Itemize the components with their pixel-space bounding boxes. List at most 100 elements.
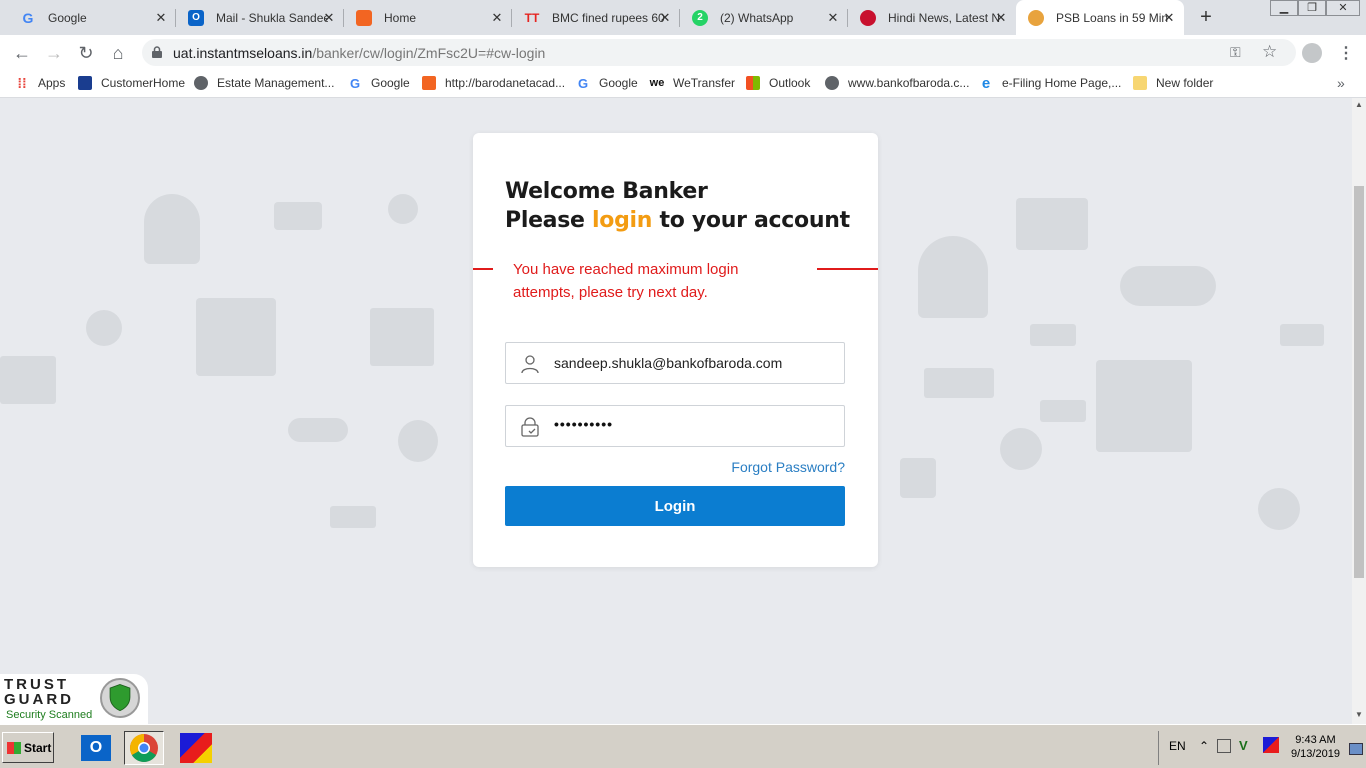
tab-psb-loans[interactable]: PSB Loans in 59 Minutes ✕ bbox=[1016, 0, 1184, 35]
taskbar-app-3[interactable] bbox=[176, 731, 216, 765]
prompt-highlight: login bbox=[592, 208, 653, 233]
bank-illustration-icon bbox=[370, 308, 434, 366]
taskbar-outlook[interactable]: O bbox=[76, 731, 116, 765]
microsoft-icon bbox=[746, 76, 760, 90]
close-icon[interactable]: ✕ bbox=[322, 10, 336, 26]
bookmark-wetransfer[interactable]: we WeTransfer bbox=[650, 76, 735, 90]
bookmark-outlook[interactable]: Outlook bbox=[746, 76, 810, 90]
network-icon[interactable] bbox=[1217, 739, 1231, 753]
email-value: sandeep.shukla@bankofbaroda.com bbox=[554, 355, 783, 371]
coin-illustration-icon bbox=[1000, 428, 1042, 470]
tab-bmc-news[interactable]: TT BMC fined rupees 60 ✕ bbox=[512, 0, 680, 35]
scrollbar-thumb[interactable] bbox=[1354, 186, 1364, 578]
home-icon[interactable]: ⌂ bbox=[108, 43, 128, 63]
wetransfer-icon: we bbox=[649, 77, 665, 89]
bookmark-label: Outlook bbox=[769, 76, 811, 90]
antivirus-icon[interactable]: V bbox=[1239, 738, 1248, 753]
language-indicator[interactable]: EN bbox=[1169, 739, 1186, 753]
start-button[interactable]: Start bbox=[2, 732, 54, 763]
page-scrollbar[interactable]: ▲ ▼ bbox=[1352, 98, 1366, 724]
taskbar-chrome[interactable] bbox=[124, 731, 164, 765]
password-value: •••••••••• bbox=[554, 416, 614, 432]
forward-icon[interactable]: → bbox=[44, 43, 64, 63]
login-button[interactable]: Login bbox=[505, 486, 845, 526]
customerhome-icon bbox=[78, 76, 92, 90]
tab-hindi-news[interactable]: Hindi News, Latest News ✕ bbox=[848, 0, 1016, 35]
close-icon[interactable]: ✕ bbox=[658, 10, 672, 26]
close-icon[interactable]: ✕ bbox=[826, 10, 840, 26]
browser-toolbar: ← → ↻ ⌂ uat.instantmseloans.in/banker/cw… bbox=[0, 35, 1366, 70]
tab-title: Mail - Shukla Sandeep bbox=[216, 10, 328, 25]
lock-icon bbox=[152, 46, 162, 58]
app-tray-icon[interactable] bbox=[1263, 737, 1279, 753]
chrome-menu-icon[interactable]: ⋮ bbox=[1338, 43, 1354, 63]
google-icon: G bbox=[22, 9, 34, 26]
bookmark-apps[interactable]: ⁞⁞ Apps bbox=[15, 75, 66, 91]
outlook-icon: O bbox=[188, 9, 204, 26]
email-field[interactable]: sandeep.shukla@bankofbaroda.com bbox=[505, 342, 845, 384]
tray-expand-icon[interactable]: ⌃ bbox=[1199, 739, 1209, 753]
url-text: uat.instantmseloans.in/banker/cw/login/Z… bbox=[173, 45, 545, 61]
bookmark-star-icon[interactable]: ☆ bbox=[1262, 42, 1277, 62]
cash-illustration-icon bbox=[1030, 324, 1076, 346]
bookmark-efiling[interactable]: e e-Filing Home Page,... bbox=[979, 75, 1122, 92]
trust-guard-subtitle: Security Scanned bbox=[6, 709, 93, 721]
clock[interactable]: 9:43 AM 9/13/2019 bbox=[1291, 733, 1340, 761]
profile-avatar[interactable] bbox=[1302, 43, 1322, 63]
minimize-button[interactable]: ▁ bbox=[1270, 0, 1298, 16]
close-icon[interactable]: ✕ bbox=[490, 10, 504, 26]
trust-guard-badge[interactable]: TRUST GUARD Security Scanned bbox=[0, 674, 148, 724]
bookmark-bankofbaroda[interactable]: www.bankofbaroda.c... bbox=[825, 76, 969, 90]
bookmark-customerhome[interactable]: CustomerHome bbox=[78, 76, 185, 90]
back-icon[interactable]: ← bbox=[12, 43, 32, 63]
key-icon[interactable]: ⚿ bbox=[1230, 44, 1241, 61]
scroll-up-icon[interactable]: ▲ bbox=[1355, 100, 1363, 109]
tab-title: (2) WhatsApp bbox=[720, 10, 794, 25]
cash-illustration-icon bbox=[1040, 400, 1086, 422]
tab-mail[interactable]: O Mail - Shukla Sandeep ✕ bbox=[176, 0, 344, 35]
page-background: Welcome Banker Please login to your acco… bbox=[0, 98, 1352, 724]
bookmark-estate[interactable]: Estate Management... bbox=[194, 76, 334, 90]
bookmark-new-folder[interactable]: New folder bbox=[1133, 76, 1213, 90]
close-window-button[interactable]: ✕ bbox=[1326, 0, 1360, 16]
bookmark-google-1[interactable]: G Google bbox=[348, 76, 410, 91]
bookmark-label: CustomerHome bbox=[101, 76, 186, 90]
close-icon[interactable]: ✕ bbox=[1162, 10, 1176, 26]
tab-home[interactable]: Home ✕ bbox=[344, 0, 512, 35]
address-bar[interactable]: uat.instantmseloans.in/banker/cw/login/Z… bbox=[142, 39, 1296, 66]
car-illustration-icon bbox=[1120, 266, 1216, 306]
welcome-heading: Welcome Banker Please login to your acco… bbox=[505, 177, 850, 235]
tab-whatsapp[interactable]: 2 (2) WhatsApp ✕ bbox=[680, 0, 848, 35]
moneybag-illustration-icon bbox=[1258, 488, 1300, 530]
bob-icon bbox=[422, 76, 436, 90]
new-tab-button[interactable]: + bbox=[1196, 6, 1216, 29]
windows-flag-icon bbox=[7, 741, 21, 754]
bag-illustration-icon bbox=[900, 458, 936, 498]
monitor-illustration-icon bbox=[1016, 198, 1088, 250]
tab-title: Google bbox=[48, 10, 87, 25]
login-card: Welcome Banker Please login to your acco… bbox=[473, 133, 878, 567]
close-icon[interactable]: ✕ bbox=[154, 10, 168, 26]
bookmark-label: Apps bbox=[38, 76, 66, 90]
scroll-down-icon[interactable]: ▼ bbox=[1355, 710, 1363, 719]
shield-icon bbox=[100, 678, 140, 718]
bookmark-google-2[interactable]: G Google bbox=[576, 76, 638, 91]
close-icon[interactable]: ✕ bbox=[994, 10, 1008, 26]
card-illustration-icon bbox=[274, 202, 322, 230]
folder-icon bbox=[1133, 76, 1147, 90]
coin-illustration-icon bbox=[388, 194, 418, 224]
chrome-icon bbox=[130, 734, 158, 762]
trust-guard-title: TRUST GUARD bbox=[4, 677, 74, 707]
tab-google[interactable]: G Google ✕ bbox=[8, 0, 176, 35]
coin-illustration-icon bbox=[86, 310, 122, 346]
show-desktop-icon[interactable] bbox=[1349, 743, 1363, 755]
forgot-password-link[interactable]: Forgot Password? bbox=[731, 459, 845, 475]
bookmark-barodanet[interactable]: http://barodanetacad... bbox=[422, 76, 565, 90]
reload-icon[interactable]: ↻ bbox=[76, 43, 96, 63]
restore-button[interactable]: ❐ bbox=[1298, 0, 1326, 16]
trust-guard-line2: GUARD bbox=[4, 691, 74, 708]
chevron-right-icon[interactable]: » bbox=[1337, 75, 1345, 91]
password-field[interactable]: •••••••••• bbox=[505, 405, 845, 447]
graduation-cap-illustration-icon bbox=[924, 368, 994, 398]
bookmark-label: Google bbox=[371, 76, 410, 90]
